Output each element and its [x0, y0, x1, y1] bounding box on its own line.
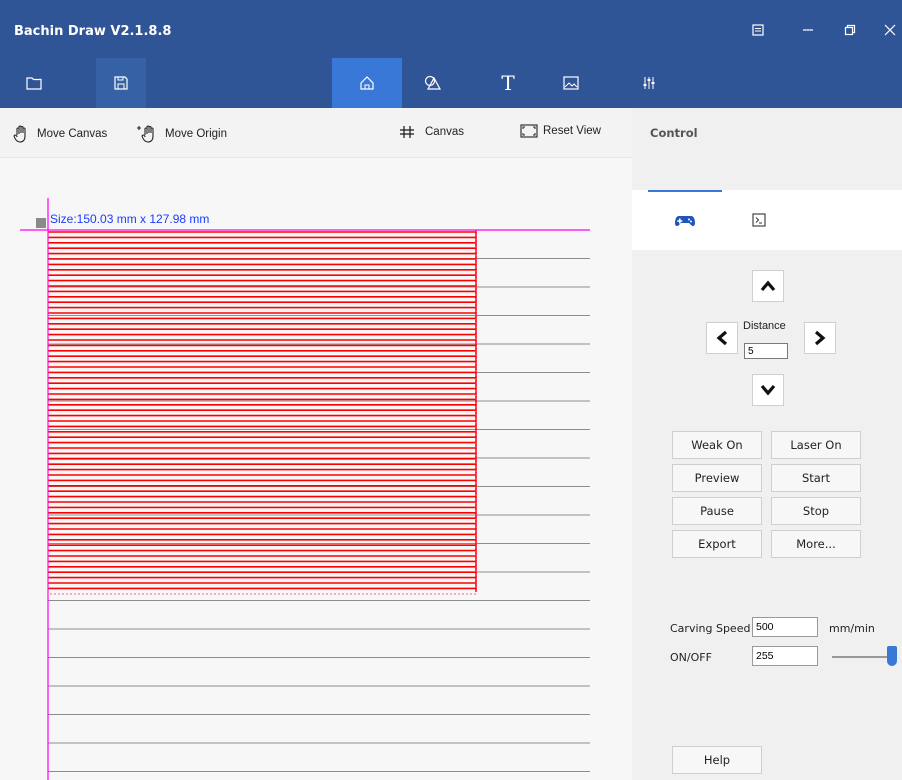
shapes-icon — [424, 75, 442, 90]
carving-speed-field[interactable] — [752, 617, 818, 637]
distance-label: Distance — [743, 320, 786, 332]
home-button[interactable] — [332, 58, 402, 108]
terminal-icon — [752, 213, 766, 227]
move-canvas-label: Move Canvas — [37, 128, 108, 140]
hand-icon — [13, 125, 26, 143]
carving-speed-label: Carving Speed — [670, 622, 751, 635]
power-slider-thumb[interactable] — [887, 646, 897, 666]
text-button[interactable]: T — [483, 58, 533, 108]
title-bar: Bachin Draw V2.1.8.8 — [0, 0, 902, 58]
start-button[interactable]: Start — [771, 464, 861, 492]
reset-view-button[interactable]: Reset View — [520, 124, 601, 138]
control-panel-header: Control — [632, 108, 902, 158]
help-button[interactable]: Help — [672, 746, 762, 774]
jog-up-button[interactable] — [752, 270, 784, 302]
grid-icon — [400, 126, 414, 138]
preview-button[interactable]: Preview — [672, 464, 762, 492]
power-slider-track[interactable] — [832, 656, 894, 658]
close-icon[interactable] — [878, 22, 902, 42]
settings-button[interactable] — [624, 58, 674, 108]
main-toolbar: T — [0, 58, 902, 108]
jog-down-button[interactable] — [752, 374, 784, 406]
canvas-drawing: Size:150.03 mm x 127.98 mm — [20, 198, 590, 780]
jog-right-button[interactable] — [804, 322, 836, 354]
gamepad-icon — [675, 216, 695, 227]
panel-title: Control — [650, 126, 698, 140]
tab-console[interactable] — [722, 190, 796, 250]
onoff-label: ON/OFF — [670, 651, 712, 664]
canvas-label: Canvas — [425, 126, 464, 138]
open-folder-button[interactable] — [12, 58, 56, 108]
stop-button[interactable]: Stop — [771, 497, 861, 525]
reset-view-icon — [520, 124, 538, 138]
distance-field[interactable] — [744, 343, 788, 359]
home-icon — [360, 76, 374, 90]
sliders-icon — [643, 77, 655, 89]
jog-left-button[interactable] — [706, 322, 738, 354]
drawing-canvas[interactable]: Size:150.03 mm x 127.98 mm — [0, 158, 632, 780]
text-icon: T — [501, 71, 515, 95]
tab-jog-control[interactable] — [648, 190, 722, 250]
image-button[interactable] — [546, 58, 596, 108]
chevron-down-icon — [760, 384, 776, 396]
move-origin-label: Move Origin — [165, 128, 227, 140]
menu-icon[interactable] — [746, 22, 770, 42]
shapes-button[interactable] — [408, 58, 458, 108]
image-icon — [563, 76, 579, 90]
laser-on-button[interactable]: Laser On — [771, 431, 861, 459]
save-icon — [114, 76, 128, 90]
reset-view-label: Reset View — [543, 125, 601, 137]
size-label: Size:150.03 mm x 127.98 mm — [50, 212, 209, 226]
restore-icon[interactable] — [838, 22, 862, 42]
hand-plus-icon — [137, 125, 154, 143]
move-origin-button[interactable]: Move Origin — [136, 124, 227, 144]
carving-speed-unit: mm/min — [829, 622, 875, 635]
weak-on-button[interactable]: Weak On — [672, 431, 762, 459]
chevron-right-icon — [814, 330, 826, 346]
move-canvas-button[interactable]: Move Canvas — [12, 124, 107, 144]
chevron-left-icon — [716, 330, 728, 346]
onoff-power-field[interactable] — [752, 646, 818, 666]
minimize-icon[interactable] — [796, 22, 820, 42]
canvas-toolbar: Move Canvas Move Origin Canvas Reset Vie… — [0, 108, 632, 158]
pause-button[interactable]: Pause — [672, 497, 762, 525]
control-tabs — [632, 190, 902, 250]
folder-icon — [26, 77, 42, 90]
origin-handle — [36, 218, 46, 228]
chevron-up-icon — [760, 280, 776, 292]
app-title: Bachin Draw V2.1.8.8 — [14, 24, 172, 39]
more-button[interactable]: More... — [771, 530, 861, 558]
save-button[interactable] — [96, 58, 146, 108]
export-button[interactable]: Export — [672, 530, 762, 558]
canvas-button[interactable]: Canvas — [398, 124, 464, 140]
